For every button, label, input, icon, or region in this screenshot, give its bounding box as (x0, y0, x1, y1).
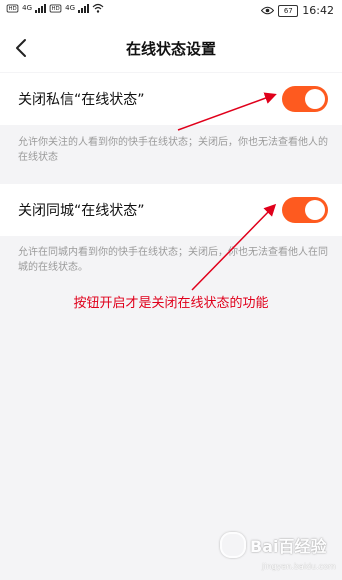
baidu-jingyan-watermark: Bai百经验 (220, 532, 326, 558)
setting-row-private-message: 关闭私信“在线状态” (0, 73, 342, 125)
setting-row-same-city: 关闭同城“在线状态” (0, 184, 342, 236)
eye-icon (261, 6, 275, 15)
private-message-toggle[interactable] (282, 86, 328, 112)
toggle-knob (305, 200, 325, 220)
sim1-hd-badge: HD (6, 3, 19, 13)
network-type-1: 4G (22, 4, 33, 12)
clock: 16:42 (302, 4, 334, 17)
nav-bar: 在线状态设置 (0, 24, 342, 72)
annotation-note: 按钮开启才是关闭在线状态的功能 (73, 296, 269, 311)
watermark-text: Bai百经验 (250, 537, 327, 556)
network-type-2: 4G (65, 4, 76, 12)
setting-label: 关闭私信“在线状态” (18, 92, 145, 108)
same-city-toggle[interactable] (282, 197, 328, 223)
setting-label: 关闭同城“在线状态” (18, 203, 145, 219)
watermark-url: jingyan.baidu.com (262, 562, 336, 571)
status-bar: HD 4G HD 4G 67 16:42 (0, 0, 342, 24)
battery-icon: 67 (278, 4, 299, 17)
toggle-knob (305, 89, 325, 109)
status-right: 67 16:42 (261, 4, 334, 17)
sim2-hd-badge: HD (49, 3, 62, 13)
setting-description: 允许你关注的人看到你的快手在线状态；关闭后，你也无法查看他人的在线状态 (18, 137, 328, 163)
page-title: 在线状态设置 (125, 40, 216, 58)
signal-icon-1 (35, 3, 47, 13)
signal-icon-2 (78, 3, 90, 13)
wifi-icon (92, 3, 104, 13)
setting-description: 允许在同城内看到你的快手在线状态；关闭后，你也无法查看他人在同城的在线状态。 (18, 247, 328, 273)
paw-logo-icon (220, 532, 246, 558)
status-left: HD 4G HD 4G (6, 3, 104, 13)
